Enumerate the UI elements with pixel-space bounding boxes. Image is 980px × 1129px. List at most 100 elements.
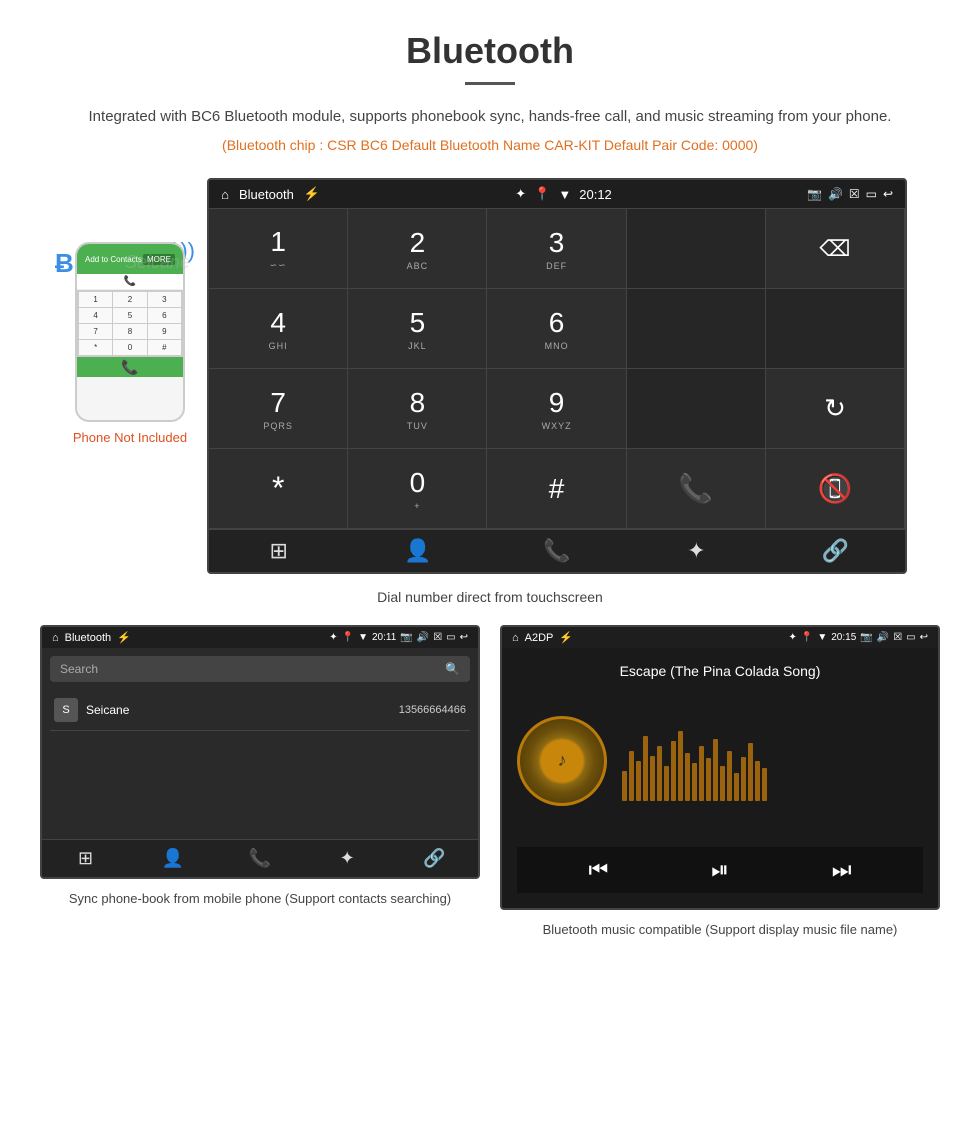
contact-name: Seicane (86, 703, 391, 717)
back-icon-pb[interactable]: ↩ (460, 632, 468, 643)
music-caption: Bluetooth music compatible (Support disp… (543, 920, 898, 940)
time-display: 20:12 (579, 187, 612, 202)
dialpad-key-1[interactable]: 1∽∽ (209, 209, 348, 289)
dialpad-key-0[interactable]: 0+ (348, 449, 487, 529)
contact-row[interactable]: S Seicane 13566664466 (50, 690, 470, 731)
page-title: Bluetooth (0, 0, 980, 82)
dialpad-bottom-bar: ⊞ 👤 📞 ✦ 🔗 (209, 529, 905, 572)
dialpad-key-9[interactable]: 9WXYZ (487, 369, 626, 449)
dialpad-key-2[interactable]: 2ABC (348, 209, 487, 289)
search-placeholder: Search (60, 662, 98, 676)
specs-text: (Bluetooth chip : CSR BC6 Default Blueto… (0, 137, 980, 153)
phonebook-caption: Sync phone-book from mobile phone (Suppo… (69, 889, 451, 909)
pb-link-icon[interactable]: 🔗 (391, 848, 478, 869)
pb-menu-icon[interactable]: ⊞ (42, 848, 129, 869)
dialpad-grid: 1∽∽ 2ABC 3DEF ⌫ 4GHI 5JKL 6MNO 7PQRS 8TU… (209, 208, 905, 529)
music-note-icon: ♪ (558, 750, 567, 771)
sig-icon-pb: ▼ (358, 632, 368, 643)
dialpad-bluetooth-icon[interactable]: ✦ (627, 538, 766, 564)
phone-not-included-label: Phone Not Included (73, 430, 187, 445)
home-icon-music[interactable]: ⌂ (512, 632, 519, 644)
loc-icon-music: 📍 (801, 632, 813, 643)
dialpad-empty-4 (627, 369, 766, 449)
dialpad-contacts-icon[interactable]: 👤 (348, 538, 487, 564)
dialpad-key-8[interactable]: 8TUV (348, 369, 487, 449)
description-text: Integrated with BC6 Bluetooth module, su… (80, 105, 900, 129)
music-art-area: ♪ (517, 716, 923, 806)
dialpad-key-3[interactable]: 3DEF (487, 209, 626, 289)
statusbar-phonebook: ⌂ Bluetooth ⚡ ✦ 📍 ▼ 20:11 📷 🔊 ☒ ▭ ↩ (42, 627, 478, 648)
vinyl-inner: ♪ (544, 743, 580, 779)
phone-mockup: Ƀ )))) Add to Contacts MORE 📞 123 456 78… (73, 238, 187, 445)
dialpad-key-6[interactable]: 6MNO (487, 289, 626, 369)
car-screen-dialpad: ⌂ Bluetooth ⚡ ✦ 📍 ▼ 20:12 📷 🔊 ☒ ▭ ↩ 1∽∽ (207, 178, 907, 574)
time-music: 20:15 (831, 632, 856, 643)
vinyl-disc: ♪ (517, 716, 607, 806)
vol-icon-pb[interactable]: 🔊 (417, 632, 429, 643)
dialpad-key-5[interactable]: 5JKL (348, 289, 487, 369)
main-screen-wrapper: Ƀ )))) Add to Contacts MORE 📞 123 456 78… (40, 178, 940, 574)
dialpad-key-4[interactable]: 4GHI (209, 289, 348, 369)
pb-contacts-icon[interactable]: 👤 (129, 848, 216, 869)
window-icon[interactable]: ▭ (866, 187, 877, 201)
statusbar-main: ⌂ Bluetooth ⚡ ✦ 📍 ▼ 20:12 📷 🔊 ☒ ▭ ↩ (209, 180, 905, 208)
bluetooth-icon: Ƀ (55, 248, 74, 279)
signal-icon: ▼ (558, 187, 571, 202)
home-icon-pb[interactable]: ⌂ (52, 632, 59, 644)
camera-icon[interactable]: 📷 (807, 187, 822, 201)
car-screen-phonebook: ⌂ Bluetooth ⚡ ✦ 📍 ▼ 20:11 📷 🔊 ☒ ▭ ↩ (40, 625, 480, 879)
phonebook-block: ⌂ Bluetooth ⚡ ✦ 📍 ▼ 20:11 📷 🔊 ☒ ▭ ↩ (40, 625, 480, 940)
dialpad-call-button[interactable]: 📞 (627, 449, 766, 529)
pb-bluetooth-icon[interactable]: ✦ (304, 848, 391, 869)
location-icon: 📍 (534, 186, 550, 202)
home-icon[interactable]: ⌂ (221, 187, 229, 202)
prev-button[interactable]: ⏮ (588, 857, 608, 883)
time-pb: 20:11 (372, 632, 396, 643)
pb-phone-icon[interactable]: 📞 (216, 848, 303, 869)
sig-icon-music: ▼ (817, 632, 827, 643)
back-icon-music[interactable]: ↩ (920, 632, 928, 643)
dialpad-phone-icon[interactable]: 📞 (487, 538, 626, 564)
dialpad-endcall-button[interactable]: 📵 (766, 449, 905, 529)
x-icon-pb[interactable]: ☒ (433, 632, 442, 643)
dialpad-key-star[interactable]: * (209, 449, 348, 529)
next-button[interactable]: ⏭ (832, 857, 852, 883)
win-icon-music[interactable]: ▭ (906, 632, 915, 643)
bt-status-icon: ✦ (515, 186, 526, 202)
dialpad-backspace[interactable]: ⌫ (766, 209, 905, 289)
usb-icon-pb: ⚡ (117, 631, 131, 644)
statusbar-title: Bluetooth (239, 187, 294, 202)
phonebook-search[interactable]: Search 🔍 (50, 656, 470, 682)
usb-icon: ⚡ (304, 186, 320, 202)
dialpad-key-7[interactable]: 7PQRS (209, 369, 348, 449)
cam-icon-pb[interactable]: 📷 (400, 632, 412, 643)
dialpad-link-icon[interactable]: 🔗 (766, 538, 905, 564)
dialpad-refresh[interactable]: ↻ (766, 369, 905, 449)
contact-number: 13566664466 (399, 704, 466, 716)
usb-icon-music: ⚡ (559, 631, 573, 644)
dialpad-menu-icon[interactable]: ⊞ (209, 538, 348, 564)
statusbar-music: ⌂ A2DP ⚡ ✦ 📍 ▼ 20:15 📷 🔊 ☒ ▭ ↩ (502, 627, 938, 648)
x-icon-music[interactable]: ☒ (893, 632, 902, 643)
dialpad-empty-2 (627, 289, 766, 369)
phonebook-body: Search 🔍 S Seicane 13566664466 (42, 648, 478, 839)
phone-dialer: 123 456 789 *0# (77, 290, 183, 357)
dialpad-empty-3 (766, 289, 905, 369)
pb-title: Bluetooth (65, 632, 111, 644)
vol-icon-music[interactable]: 🔊 (877, 632, 889, 643)
back-icon[interactable]: ↩ (883, 187, 893, 201)
volume-icon[interactable]: 🔊 (828, 187, 843, 201)
cam-icon-music[interactable]: 📷 (860, 632, 872, 643)
car-screen-music: ⌂ A2DP ⚡ ✦ 📍 ▼ 20:15 📷 🔊 ☒ ▭ ↩ Escape (500, 625, 940, 910)
search-icon: 🔍 (445, 662, 460, 676)
play-pause-button[interactable]: ⏯ (711, 857, 729, 883)
music-block: ⌂ A2DP ⚡ ✦ 📍 ▼ 20:15 📷 🔊 ☒ ▭ ↩ Escape (500, 625, 940, 940)
phone-bottom-bar: 📞 (77, 357, 183, 377)
contact-avatar: S (54, 698, 78, 722)
win-icon-pb[interactable]: ▭ (446, 632, 455, 643)
dialpad-key-hash[interactable]: # (487, 449, 626, 529)
song-title: Escape (The Pina Colada Song) (620, 663, 821, 679)
x-button[interactable]: ☒ (849, 187, 860, 201)
loc-icon-pb: 📍 (342, 632, 354, 643)
bottom-screens-row: ⌂ Bluetooth ⚡ ✦ 📍 ▼ 20:11 📷 🔊 ☒ ▭ ↩ (40, 625, 940, 940)
